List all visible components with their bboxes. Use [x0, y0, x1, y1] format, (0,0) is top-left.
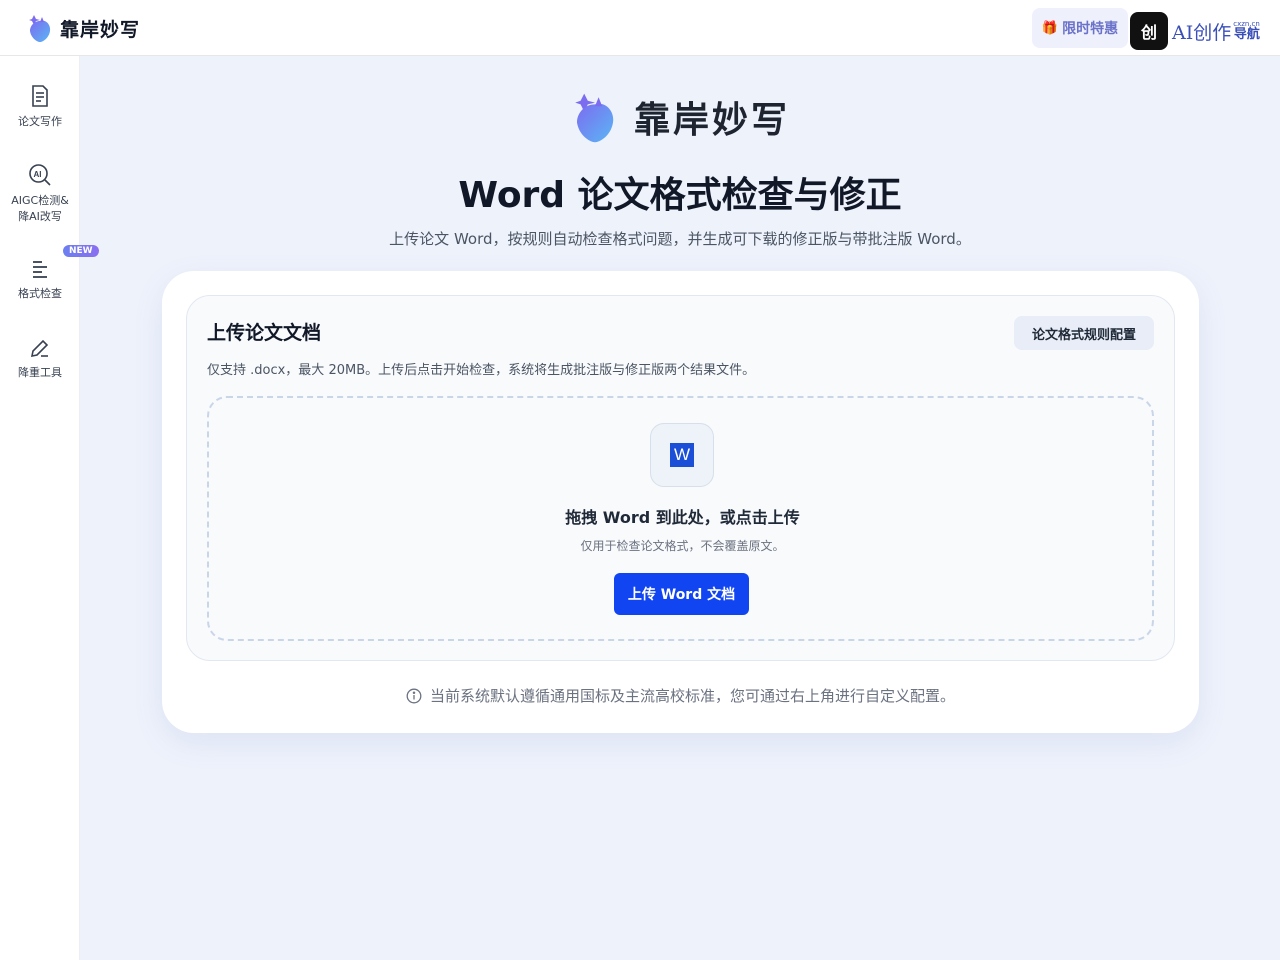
page-title: Word 论文格式检查与修正: [458, 175, 902, 216]
brand-logo-icon: [29, 15, 51, 42]
info-icon: [406, 688, 422, 703]
sidebar-item-label: 论文写作: [18, 115, 62, 128]
upload-panel: 上传论文文档 论文格式规则配置 仅支持 .docx，最大 20MB。上传后点击开…: [162, 271, 1199, 733]
gift-icon: 🎁: [1041, 20, 1059, 36]
sidebar-item-thesis-writing[interactable]: 论文写作: [0, 84, 80, 130]
sidebar-item-label: 降重工具: [18, 366, 62, 379]
brand-name: 靠岸妙写: [60, 18, 141, 41]
sidebar-item-label: 格式检查: [18, 287, 62, 300]
align-left-icon: [33, 261, 47, 278]
ai-nav-link[interactable]: 创 AI创作 cxzn.cn 导航: [1130, 12, 1260, 50]
standards-note: 当前系统默认遵循通用国标及主流高校标准，您可通过右上角进行自定义配置。: [162, 685, 1199, 706]
dropzone-title: 拖拽 Word 到此处，或点击上传: [565, 508, 800, 527]
upload-card: 上传论文文档 论文格式规则配置 仅支持 .docx，最大 20MB。上传后点击开…: [186, 295, 1175, 661]
brand[interactable]: 靠岸妙写: [28, 13, 140, 43]
sidebar-item-format-check[interactable]: 格式检查: [0, 258, 80, 302]
sidebar-item-rewrite-tool[interactable]: 降重工具: [0, 337, 80, 381]
word-icon: W: [670, 443, 694, 467]
document-icon: [32, 85, 48, 107]
promo-label: 限时特惠: [1062, 21, 1119, 37]
hero-brand-name: 靠岸妙写: [634, 100, 791, 141]
word-file-tile: W: [650, 423, 714, 487]
upload-word-button[interactable]: 上传 Word 文档: [614, 573, 749, 615]
dropzone-subtitle: 仅用于检查论文格式，不会覆盖原文。: [580, 539, 785, 553]
page-subtitle: 上传论文 Word，按规则自动检查格式问题，并生成可下载的修正版与带批注版 Wo…: [389, 230, 971, 248]
top-header: 靠岸妙写 🎁 限时特惠 创 AI创作 cxzn.cn 导航: [0, 0, 1280, 56]
upload-description: 仅支持 .docx，最大 20MB。上传后点击开始检查，系统将生成批注版与修正版…: [207, 363, 756, 378]
upload-title: 上传论文文档: [207, 322, 322, 344]
brand-logo-icon: [575, 93, 614, 143]
ai-nav-sub-label: 导航: [1233, 27, 1260, 42]
pen-icon: [30, 339, 49, 358]
standards-note-text: 当前系统默认遵循通用国标及主流高校标准，您可通过右上角进行自定义配置。: [429, 687, 955, 705]
hero-brand: 靠岸妙写: [572, 90, 790, 144]
promo-button[interactable]: 🎁 限时特惠: [1032, 8, 1128, 48]
ai-nav-sub: cxzn.cn 导航: [1233, 21, 1260, 42]
file-dropzone[interactable]: W 拖拽 Word 到此处，或点击上传 仅用于检查论文格式，不会覆盖原文。 上传…: [207, 396, 1154, 641]
ai-nav-badge: 创: [1130, 12, 1168, 50]
ai-nav-text: AI创作: [1172, 21, 1232, 44]
format-rules-config-button[interactable]: 论文格式规则配置: [1014, 316, 1154, 350]
